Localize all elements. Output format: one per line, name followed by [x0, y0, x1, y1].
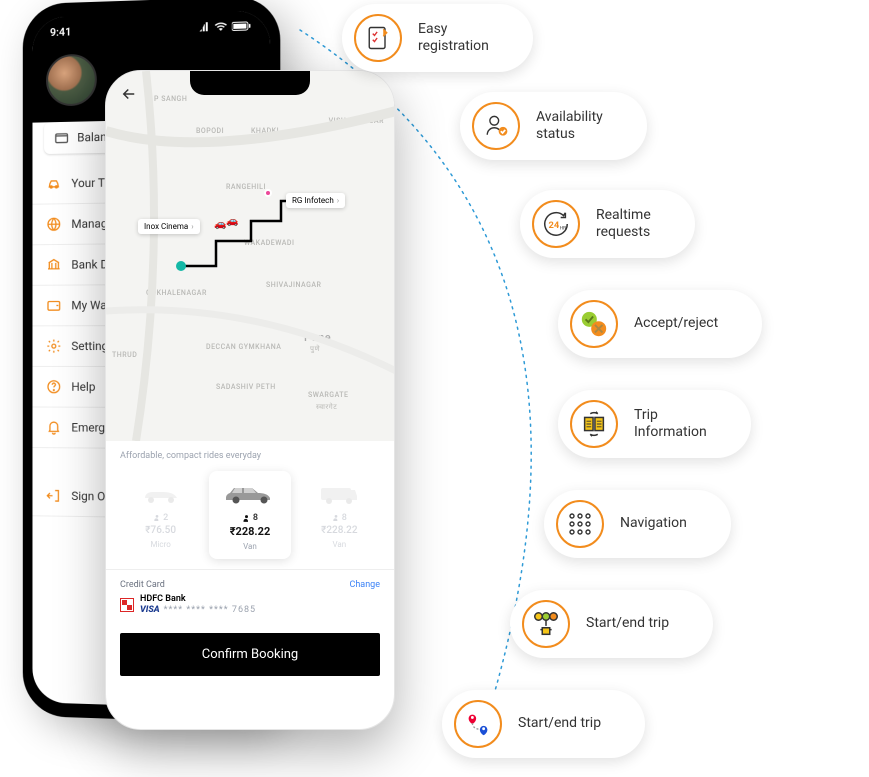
menu-label: Help: [71, 380, 95, 394]
van-car-icon: [303, 479, 376, 509]
trip-nodes-icon: [522, 600, 570, 648]
confirm-booking-button[interactable]: Confirm Booking: [120, 633, 380, 676]
vehicle-capacity: 8: [253, 513, 258, 523]
micro-car-icon: [124, 479, 197, 509]
notch-icon: [190, 71, 310, 95]
sedan-car-icon: [213, 479, 286, 509]
book-sync-icon: [570, 400, 618, 448]
feature-navigation: Navigation: [544, 490, 731, 558]
feature-label: Start/end trip: [518, 715, 601, 733]
feature-realtime: 24HR Realtimerequests: [520, 190, 695, 258]
vehicle-name: Micro: [124, 540, 197, 549]
pin-origin-icon: [176, 261, 186, 271]
person-check-icon: [472, 102, 520, 150]
map-marker-destination[interactable]: RG Infotech›: [286, 193, 345, 208]
notch-icon: [96, 12, 205, 37]
phone-front-mockup: P SANGH BOPODI KHADKI VISHAL NAGAR THRUD…: [105, 70, 395, 730]
payment-label: Credit Card: [120, 580, 165, 590]
svg-text:24: 24: [549, 220, 560, 231]
vehicle-price: ₹76.50: [124, 525, 197, 536]
back-button[interactable]: [120, 85, 138, 108]
vehicle-capacity: 2: [163, 513, 168, 523]
vehicle-card-van-active[interactable]: 8 ₹228.22 Van: [209, 471, 290, 559]
pin-destination-icon: [264, 189, 272, 197]
help-icon: [46, 379, 62, 395]
feature-label: Accept/reject: [634, 315, 718, 333]
feature-start-end-1: Start/end trip: [510, 590, 713, 658]
visa-logo-icon: VISA: [140, 605, 160, 615]
route-pins-icon: [454, 700, 502, 748]
ride-selector: Affordable, compact rides everyday 2 ₹76…: [106, 441, 394, 569]
clock-24-icon: 24HR: [532, 200, 580, 248]
svg-text:HR: HR: [560, 226, 566, 232]
gear-icon: [46, 338, 62, 354]
car-on-map-icon: 🚗: [214, 219, 226, 230]
wallet-icon: [54, 130, 70, 146]
payment-section: Credit Card Change HDFC Bank VISA **** *…: [106, 569, 394, 625]
vehicle-name: Van: [213, 542, 286, 551]
bell-icon: [46, 419, 62, 435]
vehicle-capacity: 8: [342, 513, 347, 523]
avatar[interactable]: [46, 54, 97, 107]
feature-accept-reject: Accept/reject: [558, 290, 762, 358]
wallet-icon: [46, 298, 62, 314]
feature-label: Navigation: [620, 515, 687, 533]
feature-trip-info: TripInformation: [558, 390, 751, 458]
grid-dots-icon: [556, 500, 604, 548]
marker-label: Inox Cinema: [144, 222, 188, 231]
vehicle-price: ₹228.22: [213, 525, 286, 538]
bank-icon: [46, 257, 62, 273]
card-masked: **** **** **** 7685: [164, 605, 256, 615]
feature-label: Realtimerequests: [596, 207, 651, 242]
feature-label: Easyregistration: [418, 21, 489, 56]
status-time: 9:41: [50, 25, 71, 39]
bank-name: HDFC Bank: [140, 594, 256, 604]
car-on-map-icon: 🚗: [226, 216, 238, 227]
map-marker-origin[interactable]: Inox Cinema›: [138, 219, 200, 234]
feature-label: Availabilitystatus: [536, 109, 603, 144]
accept-reject-icon: [570, 300, 618, 348]
vehicle-name: Van: [303, 540, 376, 549]
globe-icon: [46, 216, 62, 232]
signout-icon: [46, 488, 62, 504]
hdfc-logo-icon: [120, 598, 134, 612]
feature-label: Start/end trip: [586, 615, 669, 633]
car-icon: [46, 176, 62, 192]
vehicle-card-van[interactable]: 8 ₹228.22 Van: [299, 471, 380, 559]
feature-availability: Availabilitystatus: [460, 92, 647, 160]
feature-registration: Easyregistration: [342, 4, 533, 72]
feature-start-end-2: Start/end trip: [442, 690, 645, 758]
vehicle-price: ₹228.22: [303, 525, 376, 536]
feature-label: TripInformation: [634, 407, 707, 442]
route-line-icon: [106, 71, 394, 441]
change-payment-link[interactable]: Change: [349, 580, 380, 590]
checklist-icon: [354, 14, 402, 62]
ride-tagline: Affordable, compact rides everyday: [120, 451, 380, 461]
marker-label: RG Infotech: [292, 196, 334, 205]
vehicle-card-micro[interactable]: 2 ₹76.50 Micro: [120, 471, 201, 559]
map-view[interactable]: P SANGH BOPODI KHADKI VISHAL NAGAR THRUD…: [106, 71, 394, 441]
